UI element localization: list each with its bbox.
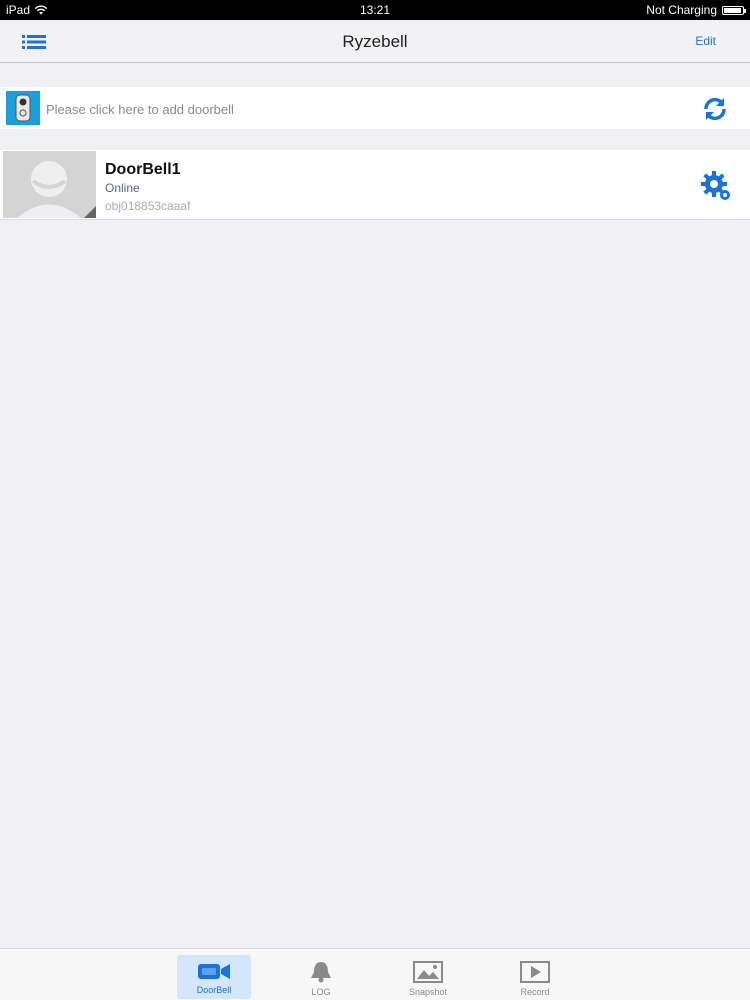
play-icon [520,961,550,983]
image-icon [413,961,443,983]
page-title: Ryzebell [342,32,408,51]
edit-button[interactable]: Edit [695,34,716,48]
status-time: 13:21 [359,3,391,17]
video-camera-icon [198,964,230,979]
device-row[interactable]: DoorBell1 Online obj018853caaaf [0,150,750,220]
nav-bar: Ryzebell Edit [0,20,750,63]
add-doorbell-label: Please click here to add doorbell [46,102,234,117]
refresh-icon[interactable] [700,94,730,124]
charging-status: Not Charging [646,3,717,17]
gear-icon[interactable] [700,170,732,202]
device-name: DoorBell1 [105,161,181,178]
doorbell-device-icon [6,91,40,125]
device-status: Online [105,181,140,195]
tab-label: LOG [311,987,331,997]
tab-doorbell[interactable]: DoorBell [177,955,251,999]
bell-icon [311,962,331,983]
tab-label: DoorBell [196,985,232,995]
tab-log[interactable]: LOG [284,955,358,999]
add-doorbell-row[interactable]: Please click here to add doorbell [0,87,750,129]
tab-snapshot[interactable]: Snapshot [391,955,465,999]
tab-bar: DoorBell LOG Snapshot Record [0,948,750,1000]
tab-record[interactable]: Record [498,955,572,999]
status-bar: iPad 13:21 Not Charging [0,0,750,20]
tab-label: Record [520,987,550,997]
status-right: Not Charging [646,3,746,17]
person-placeholder-icon [3,151,96,218]
battery-icon [722,5,746,15]
device-uid: obj018853caaaf [105,199,191,213]
tab-label: Snapshot [408,987,448,997]
